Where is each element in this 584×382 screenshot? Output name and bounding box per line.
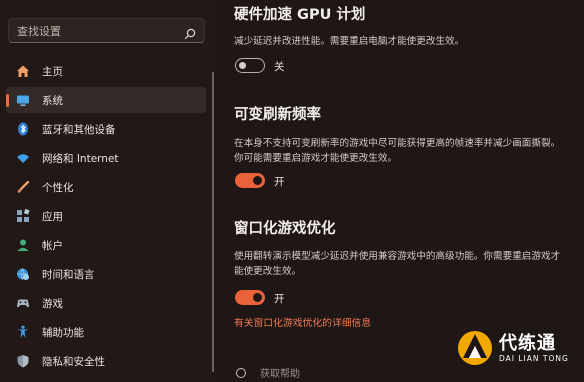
sidebar-item-gaming[interactable]: 游戏	[6, 290, 206, 316]
get-help-button[interactable]: 获取帮助	[236, 365, 300, 380]
vrr-toggle-label: 开	[274, 176, 285, 188]
gpu-scheduling-title: 硬件加速 GPU 计划	[234, 7, 366, 23]
system-display-icon	[16, 93, 30, 107]
search-icon	[184, 25, 196, 39]
sidebar-item-apps[interactable]: 应用	[6, 203, 206, 229]
globe-clock-icon	[16, 267, 30, 281]
gpu-scheduling-toggle-label: 关	[274, 61, 285, 73]
vrr-description: 在本身不支持可变刷新率的游戏中尽可能获得更高的帧速率并减少画面撕裂。你可能需要重…	[234, 138, 561, 164]
sidebar-item-label: 辅助功能	[42, 326, 84, 339]
sidebar-item-privacy[interactable]: 隐私和安全性	[6, 348, 206, 374]
sidebar-item-accounts[interactable]: 帐户	[6, 232, 206, 258]
gamepad-icon	[16, 296, 30, 310]
sidebar-item-label: 帐户	[42, 239, 63, 252]
watermark-logo-icon	[456, 329, 494, 367]
sidebar-item-bluetooth[interactable]: 蓝牙和其他设备	[6, 116, 206, 142]
toggle-knob	[253, 176, 262, 185]
sidebar-item-label: 隐私和安全性	[42, 355, 105, 368]
windowed-optimization-toggle-label: 开	[274, 293, 285, 305]
apps-icon	[16, 209, 30, 223]
sidebar-item-network[interactable]: 网络和 Internet	[6, 145, 206, 171]
sidebar-item-system[interactable]: 系统	[6, 87, 206, 113]
sidebar-item-label: 蓝牙和其他设备	[42, 123, 116, 136]
help-icon	[236, 367, 246, 378]
toggle-knob	[253, 293, 262, 302]
watermark-subtitle: DAI LIAN TONG	[499, 353, 569, 363]
windowed-optimization-title: 窗口化游戏优化	[234, 221, 336, 237]
toggle-knob	[239, 61, 246, 69]
sidebar-item-home[interactable]: 主页	[6, 58, 206, 84]
search-placeholder: 查找设置	[17, 24, 61, 38]
windowed-optimization-toggle[interactable]	[235, 290, 265, 305]
get-help-label: 获取帮助	[260, 369, 300, 380]
vrr-title: 可变刷新频率	[234, 107, 321, 123]
account-icon	[16, 238, 30, 252]
sidebar-item-label: 个性化	[42, 181, 74, 194]
windowed-optimization-link[interactable]: 有关窗口化游戏优化的详细信息	[234, 315, 371, 329]
gpu-scheduling-description: 减少延迟并改进性能。需要重启电脑才能使更改生效。	[234, 36, 465, 47]
bluetooth-icon	[16, 122, 30, 136]
home-icon	[16, 64, 30, 78]
sidebar-item-label: 应用	[42, 210, 63, 223]
sidebar-item-label: 网络和 Internet	[42, 152, 119, 165]
windowed-optimization-description: 使用翻转演示模型减少延迟并使用兼容游戏中的高级功能。你需要重启游戏才能使更改生效…	[234, 251, 561, 277]
search-input[interactable]: 查找设置	[8, 18, 205, 43]
sidebar-item-label: 时间和语言	[42, 268, 95, 281]
watermark-title: 代练通	[499, 332, 556, 354]
sidebar: 查找设置 主页 系统 蓝牙和其他设备 网络和 Internet 个性化 应用 帐…	[0, 0, 214, 382]
brush-icon	[16, 180, 30, 194]
shield-icon	[16, 354, 30, 368]
wifi-icon	[16, 151, 30, 165]
active-indicator	[6, 94, 9, 107]
sidebar-item-label: 游戏	[42, 297, 63, 310]
sidebar-item-time-language[interactable]: 时间和语言	[6, 261, 206, 287]
watermark: 代练通 DAI LIAN TONG	[456, 318, 584, 378]
accessibility-icon	[16, 325, 30, 339]
gpu-scheduling-toggle[interactable]	[235, 58, 265, 73]
sidebar-scrollbar[interactable]	[212, 72, 214, 372]
sidebar-item-label: 系统	[42, 94, 63, 107]
watermark-text: 代练通 DAI LIAN TONG	[499, 332, 569, 363]
sidebar-item-label: 主页	[42, 65, 63, 78]
vrr-toggle[interactable]	[235, 173, 265, 188]
sidebar-item-personalization[interactable]: 个性化	[6, 174, 206, 200]
sidebar-item-accessibility[interactable]: 辅助功能	[6, 319, 206, 345]
